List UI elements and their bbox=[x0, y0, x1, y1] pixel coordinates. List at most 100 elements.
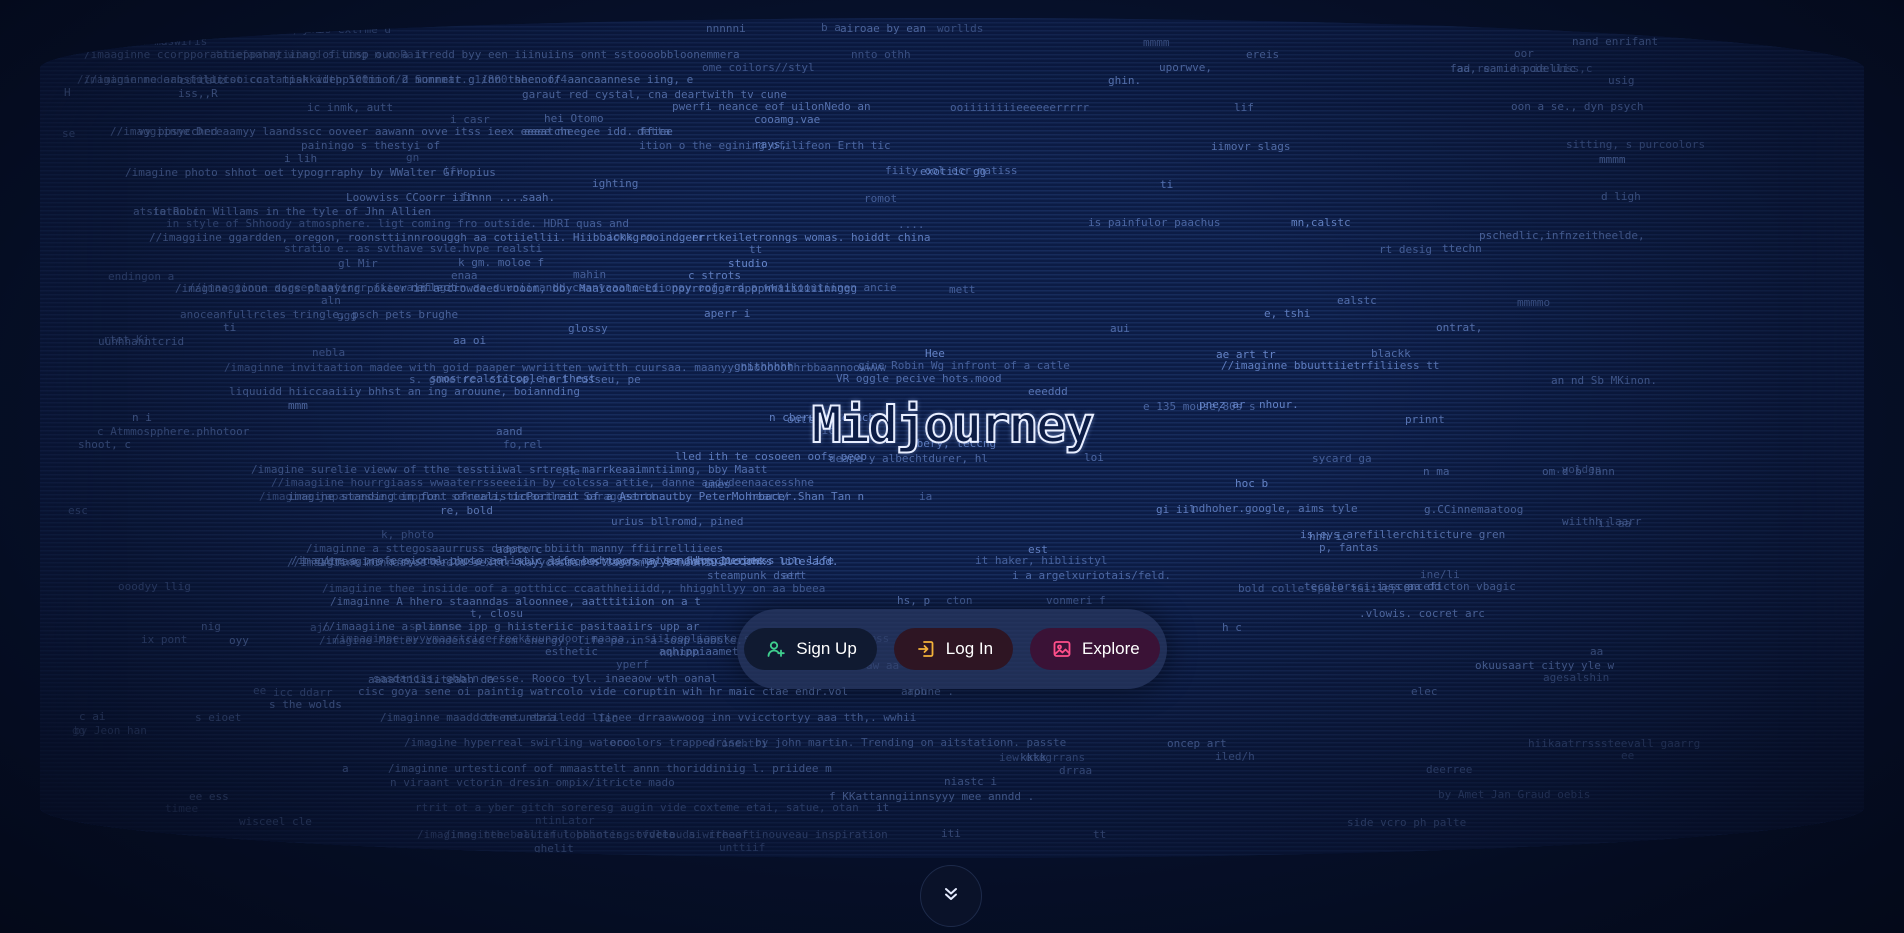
prompt-line: garaut red cystal, cna deartwith tv cune bbox=[522, 88, 787, 101]
add-user-icon bbox=[766, 639, 786, 659]
prompt-line: /imagine photo shhot oet typogrraphy by … bbox=[125, 166, 496, 179]
prompt-line: i lih bbox=[284, 152, 318, 165]
prompt-line: ti bbox=[223, 321, 237, 334]
hero-section: worllds nnto othh ome coilors//styl cortalz… bbox=[0, 0, 1904, 933]
prompt-line: k, photo bbox=[381, 528, 434, 541]
login-icon bbox=[916, 639, 936, 659]
prompt-line: by Jeon han bbox=[74, 724, 147, 737]
prompt-line: by Amet Jan Graud oebis bbox=[1438, 788, 1591, 801]
prompt-line: ghin. bbox=[1108, 74, 1142, 87]
prompt-line: /imaginne maaddcceentuntaiiledd liinee d… bbox=[380, 711, 917, 724]
prompt-line: h c bbox=[1222, 621, 1242, 634]
prompt-line: g.CCinnemaatoog bbox=[1424, 503, 1524, 516]
prompt-line: elec bbox=[1411, 685, 1438, 698]
prompt-line: re, bold bbox=[440, 504, 493, 517]
sign-up-button[interactable]: Sign Up bbox=[744, 628, 877, 670]
prompt-line: .... bbox=[898, 218, 925, 231]
prompt-line: b a bbox=[821, 21, 841, 34]
log-in-label: Log In bbox=[945, 639, 994, 658]
prompt-line: ia bbox=[919, 490, 933, 503]
prompt-line: nnto othh bbox=[851, 48, 911, 61]
prompt-line: gl Mir bbox=[338, 257, 378, 270]
explore-label: Explore bbox=[1082, 639, 1140, 658]
prompt-line: ighting bbox=[592, 177, 639, 190]
prompt-line: deape y albechtdurer, hl bbox=[829, 452, 988, 465]
prompt-line: worllds bbox=[937, 22, 984, 35]
prompt-line: aaaattiiiiiteaan da bbox=[368, 673, 494, 686]
prompt-line: niastc i bbox=[944, 775, 997, 788]
prompt-line: //imaagiine hourrgiaass wwaaterrsseeeiin… bbox=[271, 476, 815, 489]
chevrons-down-icon bbox=[942, 885, 960, 908]
prompt-line: ic inmk, autt bbox=[307, 101, 394, 114]
prompt-line: ix pont bbox=[141, 633, 188, 646]
prompt-line: agesalshin bbox=[1543, 671, 1610, 684]
prompt-line: iss,,R bbox=[178, 87, 218, 100]
prompt-line: aperr i bbox=[704, 307, 751, 320]
prompt-line: gi iil bbox=[1156, 503, 1196, 516]
prompt-line: c ai bbox=[79, 710, 106, 723]
prompt-line: /imagine hyperreal swirling watercolors … bbox=[404, 736, 1067, 749]
prompt-line: painingo s thestyi of bbox=[301, 139, 441, 152]
prompt-line: romot bbox=[864, 192, 898, 205]
prompt-line: ome coilors//styl bbox=[702, 61, 815, 74]
prompt-line: in style of Shhoody atmosphere. ligt com… bbox=[166, 217, 570, 230]
prompt-line: is painfulor paachus bbox=[1088, 216, 1221, 229]
explore-button[interactable]: Explore bbox=[1030, 628, 1160, 670]
prompt-line: timee bbox=[165, 802, 199, 815]
prompt-line: sitting, s purcoolors bbox=[1566, 138, 1706, 151]
prompt-line: aui bbox=[1110, 322, 1130, 335]
prompt-line: /imagine japaneesse tempple. sakuura, de… bbox=[259, 490, 657, 503]
prompt-line: f KKattanngiinnsyyy mee anndd . bbox=[829, 790, 1035, 803]
prompt-line: oor bbox=[1514, 47, 1534, 60]
prompt-line: tt bbox=[749, 243, 763, 256]
prompt-line: okuusaart cityy yle w bbox=[1475, 659, 1615, 672]
prompt-line: ntinLator bbox=[535, 814, 595, 827]
prompt-line: /imaaginne ccorpporaatieppanntiinng of u… bbox=[84, 48, 740, 61]
prompt-line: ghelit bbox=[534, 842, 574, 855]
prompt-line: mmmmo bbox=[1517, 296, 1551, 309]
prompt-line: rt desig bbox=[1379, 243, 1432, 256]
prompt-line: nnnnni bbox=[706, 22, 746, 35]
prompt-line: aa bbox=[1590, 645, 1604, 658]
prompt-line: pschedlic,infnzeitheelde, bbox=[1479, 229, 1645, 242]
prompt-line: uuhhhanntcrid bbox=[98, 335, 185, 348]
prompt-line: deerree bbox=[1426, 763, 1473, 776]
prompt-line: oncep art bbox=[1167, 737, 1227, 750]
prompt-line: s the wolds bbox=[269, 698, 342, 711]
prompt-line: gine Robin Wg infront of a catle bbox=[858, 359, 1070, 372]
prompt-line: uporwve, bbox=[1159, 61, 1212, 74]
prompt-line: cooamg.vae bbox=[754, 113, 821, 126]
prompt-line: esc bbox=[68, 504, 88, 517]
prompt-line: iew otogrrans bbox=[999, 751, 1086, 764]
prompt-line: esthetic bbox=[545, 645, 598, 658]
prompt-line: pwerfi neance eof uilonNedo an bbox=[672, 100, 871, 113]
prompt-line: /imaginne tthe allien tobbhotes stvvlee.… bbox=[417, 828, 762, 841]
prompt-line: i a argelxuriotais/feld. bbox=[1012, 569, 1171, 582]
prompt-line: /imaginne urtesticonf oof mmaasttelt ann… bbox=[388, 762, 832, 775]
prompt-line: //imaagiine a plinnse ipp g hiisteriic p… bbox=[322, 620, 700, 633]
prompt-line: //imaggiinne Drreaamyy laandsscc ooveer … bbox=[110, 125, 673, 138]
prompt-line: ti bbox=[1160, 178, 1174, 191]
prompt-line: stratio e. as svthave svle.hvpe realsti bbox=[284, 242, 543, 255]
prompt-line: studio bbox=[728, 257, 768, 270]
prompt-line: n ma bbox=[1423, 465, 1450, 478]
scroll-down-button[interactable] bbox=[920, 865, 982, 927]
prompt-line: //imaginnne aabstiliicoo ccat tiakkidepp… bbox=[84, 73, 694, 86]
prompt-line: tt bbox=[1093, 828, 1107, 841]
prompt-line: ooodyy llig bbox=[118, 580, 191, 593]
prompt-line: ggg bbox=[337, 309, 357, 322]
prompt-line: p, fantas bbox=[1319, 541, 1379, 554]
prompt-line: atstaton c bbox=[133, 205, 200, 218]
log-in-button[interactable]: Log In bbox=[893, 628, 1014, 670]
prompt-line: /imaginne invitaation madee with goid pa… bbox=[224, 361, 887, 374]
prompt-line: mahin bbox=[573, 268, 607, 281]
prompt-line: mn,calstc bbox=[1291, 216, 1351, 229]
prompt-line: glossy bbox=[568, 322, 608, 335]
prompt-line: sycard ga bbox=[1312, 452, 1372, 465]
prompt-line: VR oggle pecive hots.mood bbox=[836, 372, 1002, 385]
prompt-line: ttechn bbox=[1442, 242, 1482, 255]
prompt-line: nig bbox=[201, 620, 221, 633]
prompt-line: gn bbox=[406, 151, 420, 164]
prompt-line: .vlowis. cocret arc bbox=[1359, 607, 1485, 620]
prompt-line: fiity ool ecr matiss bbox=[885, 164, 1018, 177]
